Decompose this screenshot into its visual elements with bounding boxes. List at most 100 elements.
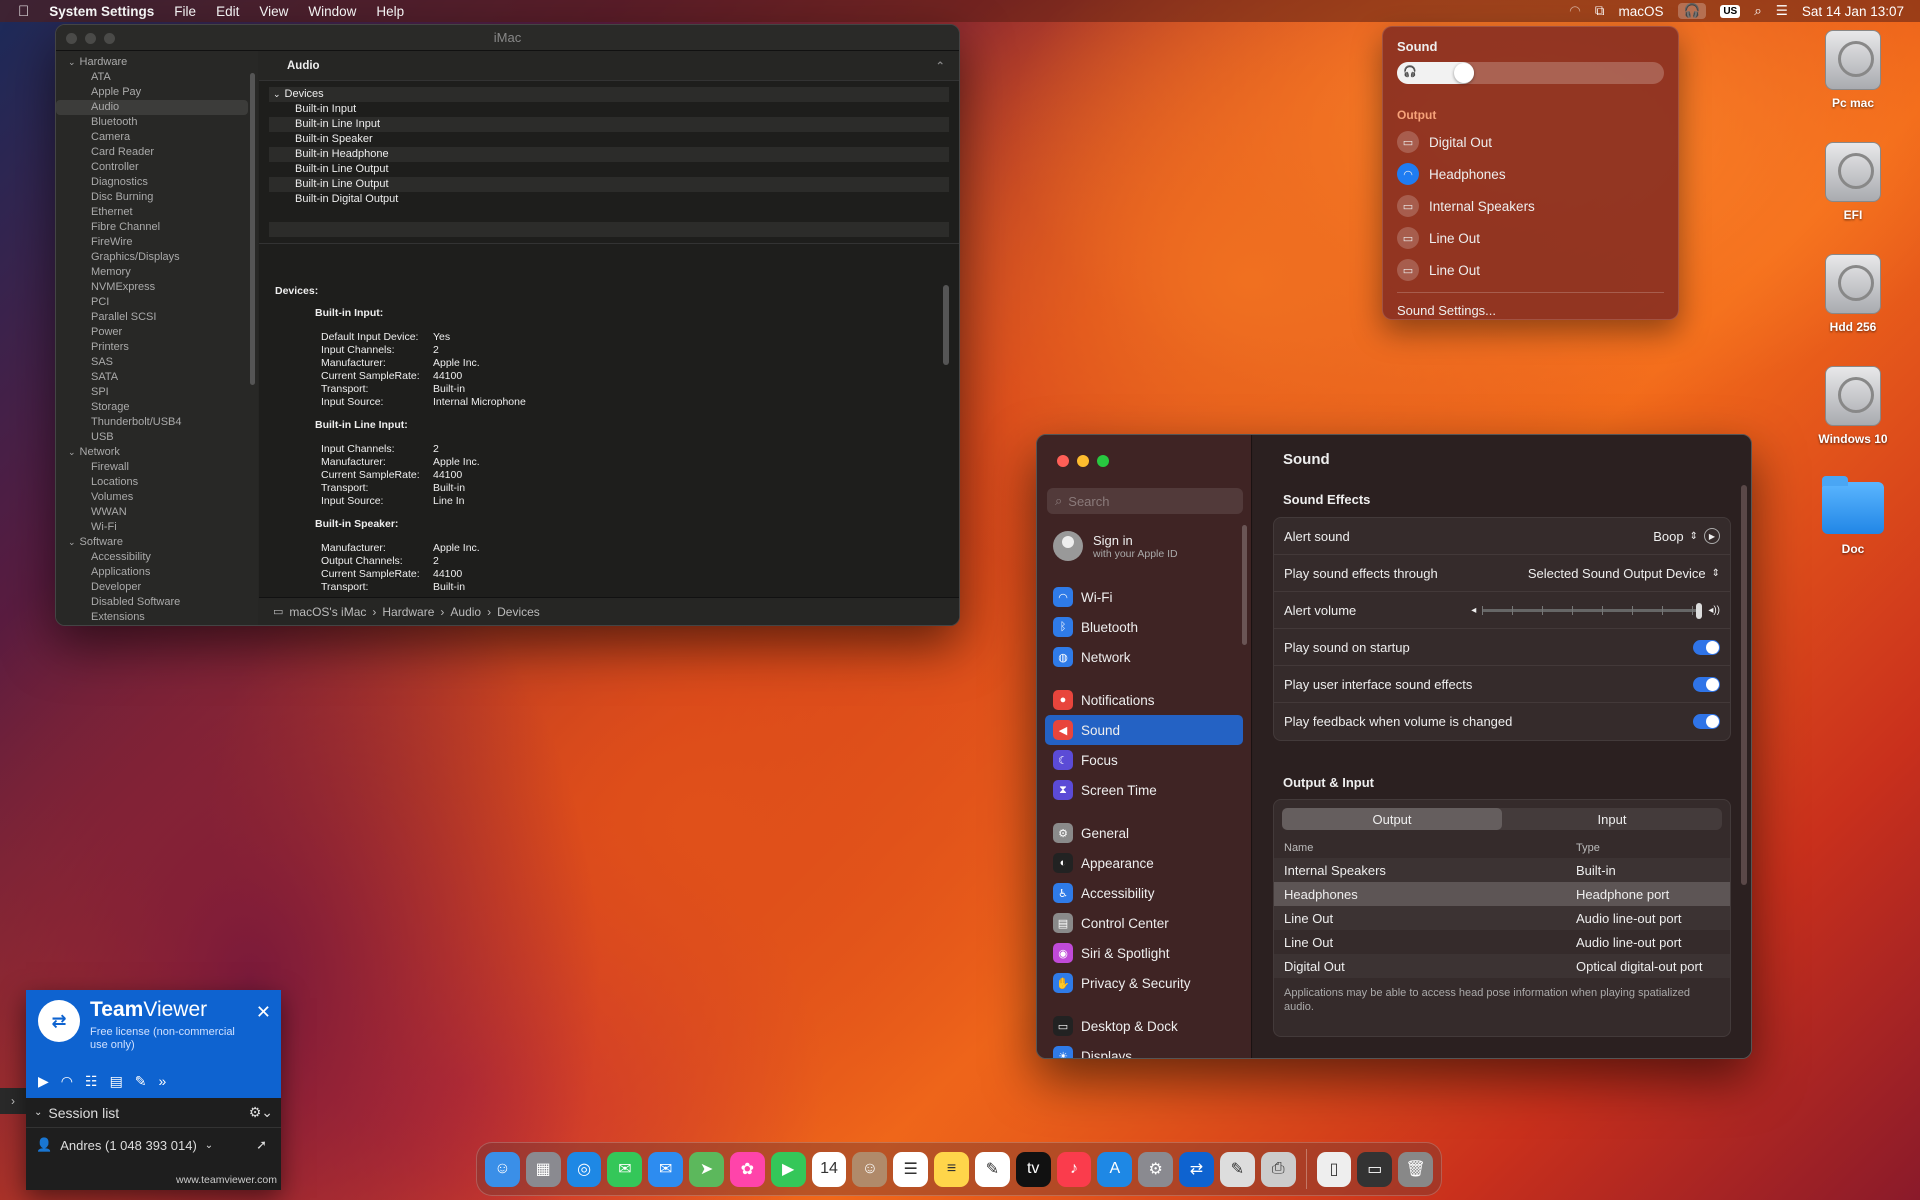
- facetime-icon[interactable]: ▶: [770, 1151, 806, 1187]
- col-type[interactable]: Type: [1576, 842, 1600, 854]
- sidebar-item-focus[interactable]: ☾ Focus: [1045, 745, 1243, 775]
- table-row[interactable]: Internal Speakers Built-in: [1274, 858, 1730, 882]
- sidebar-item-storage[interactable]: Storage: [56, 400, 258, 415]
- minimize-button[interactable]: [85, 33, 96, 44]
- desktop-icon-efi[interactable]: EFI: [1803, 142, 1903, 222]
- calendar-icon[interactable]: 14: [811, 1151, 847, 1187]
- output-device-digital-out[interactable]: ▭ Digital Out: [1397, 126, 1664, 158]
- sidebar-item-applications[interactable]: Applications: [56, 565, 258, 580]
- headphones-icon[interactable]: 🎧: [1677, 3, 1707, 19]
- sidebar-item-parallel-scsi[interactable]: Parallel SCSI: [56, 310, 258, 325]
- activity-monitor-icon[interactable]: ⧉: [1595, 3, 1605, 19]
- search-field[interactable]: ⌕ Search: [1047, 488, 1243, 514]
- sidebar-item-ata[interactable]: ATA: [56, 70, 258, 85]
- content-scrollbar[interactable]: [1741, 485, 1747, 885]
- sidebar-item-sas[interactable]: SAS: [56, 355, 258, 370]
- effects-through-popup[interactable]: Selected Sound Output Device: [1528, 566, 1706, 581]
- menu-edit[interactable]: Edit: [206, 4, 249, 19]
- alert-volume-slider[interactable]: [1482, 603, 1703, 619]
- sidebar-item-graphics-displays[interactable]: Graphics/Displays: [56, 250, 258, 265]
- video-icon[interactable]: ▶: [38, 1073, 49, 1090]
- headset-icon[interactable]: ◠: [61, 1073, 73, 1090]
- tree-item[interactable]: Built-in Line Output: [269, 177, 949, 192]
- photos-icon[interactable]: ✿: [729, 1151, 765, 1187]
- printer-icon[interactable]: ⎙: [1260, 1151, 1296, 1187]
- menu-help[interactable]: Help: [366, 4, 414, 19]
- contacts-icon[interactable]: ☺: [852, 1151, 888, 1187]
- tree-item[interactable]: Built-in Input: [269, 102, 949, 117]
- output-device-line-out[interactable]: ▭ Line Out: [1397, 222, 1664, 254]
- tree-item[interactable]: Built-in Line Input: [269, 117, 949, 132]
- launchpad-icon[interactable]: ▦: [525, 1151, 561, 1187]
- volume-slider[interactable]: 🎧: [1397, 62, 1664, 84]
- output-device-line-out[interactable]: ▭ Line Out: [1397, 254, 1664, 286]
- sidebar-item-siri-spotlight[interactable]: ◉ Siri & Spotlight: [1045, 938, 1243, 968]
- toggle-switch[interactable]: [1693, 676, 1720, 692]
- teamviewer-expand-tab[interactable]: ›: [0, 1088, 26, 1114]
- sidebar-item-spi[interactable]: SPI: [56, 385, 258, 400]
- sidebar-item-camera[interactable]: Camera: [56, 130, 258, 145]
- play-icon[interactable]: ▶: [1704, 528, 1720, 544]
- toggle-switch[interactable]: [1693, 639, 1720, 655]
- sound-settings-link[interactable]: Sound Settings...: [1397, 292, 1664, 318]
- sidebar-item-firewire[interactable]: FireWire: [56, 235, 258, 250]
- music-icon[interactable]: ♪: [1056, 1151, 1092, 1187]
- tree-item[interactable]: Built-in Headphone: [269, 147, 949, 162]
- tree-item[interactable]: Built-in Digital Output: [269, 192, 949, 207]
- sidebar-item-firewall[interactable]: Firewall: [56, 460, 258, 475]
- volume-knob[interactable]: [1454, 63, 1474, 83]
- sidebar-item-ethernet[interactable]: Ethernet: [56, 205, 258, 220]
- sidebar-item-volumes[interactable]: Volumes: [56, 490, 258, 505]
- maps-icon[interactable]: ➤: [689, 1151, 724, 1187]
- sidebar-item-accessibility[interactable]: ♿ Accessibility: [1045, 878, 1243, 908]
- host-name[interactable]: macOS: [1619, 4, 1664, 19]
- mail-icon[interactable]: ✉: [648, 1151, 684, 1187]
- output-device-internal-speakers[interactable]: ▭ Internal Speakers: [1397, 190, 1664, 222]
- files-icon[interactable]: ▤: [110, 1073, 123, 1090]
- breadcrumb-item[interactable]: Devices: [497, 605, 540, 619]
- alert-sound-popup[interactable]: Boop: [1653, 529, 1683, 544]
- sidebar-item-nvmexpress[interactable]: NVMExpress: [56, 280, 258, 295]
- sidebar-item-developer[interactable]: Developer: [56, 580, 258, 595]
- sidebar-item-power[interactable]: Power: [56, 325, 258, 340]
- table-row[interactable]: Line Out Audio line-out port: [1274, 906, 1730, 930]
- freeform-icon[interactable]: ✎: [974, 1151, 1010, 1187]
- session-partner[interactable]: 👤 Andres (1 048 393 014) ⌄ ➚: [26, 1128, 281, 1162]
- system-settings-icon[interactable]: ⚙: [1138, 1151, 1174, 1187]
- script-editor-icon[interactable]: ✎: [1219, 1151, 1255, 1187]
- output-device-headphones[interactable]: ◠ Headphones: [1397, 158, 1664, 190]
- sidebar-item-displays[interactable]: ☀ Displays: [1045, 1041, 1243, 1058]
- sidebar-group-network[interactable]: ⌄ Network: [56, 445, 258, 460]
- sidebar-item-privacy-security[interactable]: ✋ Privacy & Security: [1045, 968, 1243, 998]
- chat-icon[interactable]: ☷: [85, 1073, 98, 1090]
- gear-icon[interactable]: ⚙⌄: [249, 1104, 273, 1121]
- sidebar-scrollbar[interactable]: [1242, 525, 1247, 645]
- reminders-icon[interactable]: ☰: [893, 1151, 929, 1187]
- sidebar-item-wi-fi[interactable]: Wi-Fi: [56, 520, 258, 535]
- close-icon[interactable]: ✕: [256, 1002, 271, 1023]
- sidebar-item-screen-time[interactable]: ⧗ Screen Time: [1045, 775, 1243, 805]
- apple-menu-icon[interactable]: : [0, 3, 39, 20]
- sidebar-item-disc-burning[interactable]: Disc Burning: [56, 190, 258, 205]
- breadcrumb-item[interactable]: Audio: [450, 605, 481, 619]
- tree-item[interactable]: Built-in Speaker: [269, 132, 949, 147]
- tv-icon[interactable]: tv: [1015, 1151, 1051, 1187]
- sidebar-item-card-reader[interactable]: Card Reader: [56, 145, 258, 160]
- notes-icon[interactable]: ≡: [934, 1151, 969, 1187]
- tree-item[interactable]: Built-in Line Output: [269, 162, 949, 177]
- sidebar-item-general[interactable]: ⚙ General: [1045, 818, 1243, 848]
- sidebar-group-software[interactable]: ⌄ Software: [56, 535, 258, 550]
- desktop-icon-doc[interactable]: Doc: [1803, 476, 1903, 556]
- sidebar-item-accessibility[interactable]: Accessibility: [56, 550, 258, 565]
- screen-icon[interactable]: ▭: [1357, 1151, 1393, 1187]
- input-source[interactable]: US: [1720, 4, 1741, 18]
- trash-icon[interactable]: 🗑: [1398, 1151, 1434, 1187]
- zoom-button[interactable]: [1097, 455, 1109, 467]
- control-center-icon[interactable]: ☰: [1776, 3, 1788, 19]
- teamviewer-icon[interactable]: ⇄: [1179, 1151, 1214, 1187]
- document-icon[interactable]: ▯: [1316, 1151, 1352, 1187]
- sidebar-item-disabled-software[interactable]: Disabled Software: [56, 595, 258, 610]
- sidebar-item-extensions[interactable]: Extensions: [56, 610, 258, 625]
- apple-id-signin[interactable]: Sign in with your Apple ID: [1053, 531, 1178, 561]
- minimize-button[interactable]: [1077, 455, 1089, 467]
